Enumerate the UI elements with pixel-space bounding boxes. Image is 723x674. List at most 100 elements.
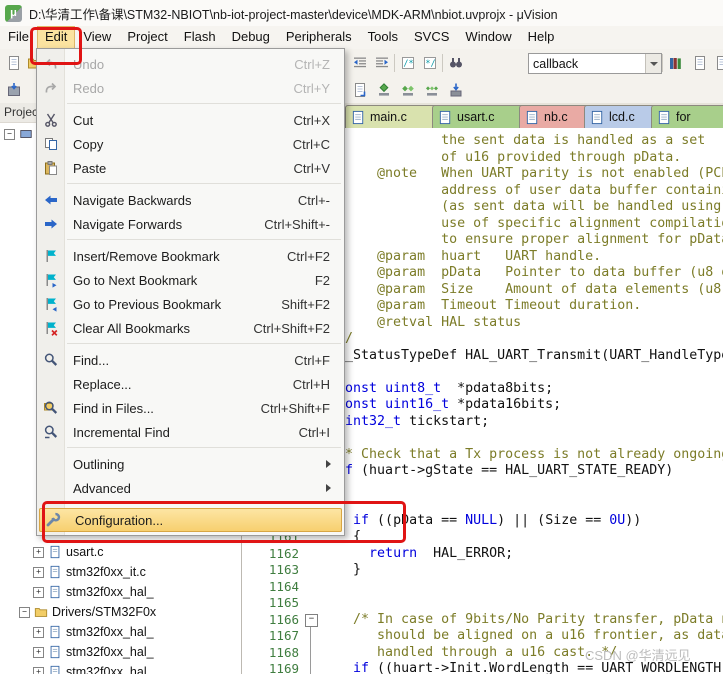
doc-page-icon[interactable]	[712, 53, 723, 73]
combo-dropdown-button[interactable]	[645, 54, 661, 73]
code-line: */	[337, 331, 354, 346]
menu-item-shortcut: F2	[314, 272, 330, 288]
menu-item-label: Incremental Find	[73, 424, 170, 440]
editor-tab-usart-c[interactable]: usart.c	[432, 105, 525, 128]
menu-help[interactable]: Help	[520, 26, 563, 49]
menu-window[interactable]: Window	[457, 26, 519, 49]
translate-icon[interactable]	[350, 80, 370, 100]
code-line: return HAL_ERROR;	[369, 545, 514, 561]
menu-item-paste[interactable]: Paste Ctrl+V	[37, 156, 344, 180]
find-combobox[interactable]	[528, 53, 662, 74]
document-icon	[438, 110, 453, 125]
line-number: 1164	[268, 578, 299, 594]
expand-toggle-icon[interactable]: +	[33, 586, 44, 598]
find-input[interactable]	[529, 54, 645, 73]
tree-item-stm32f0xx-hal[interactable]: + stm32f0xx_hal_	[33, 642, 154, 662]
menu-separator	[67, 239, 341, 240]
menu-item-go-to-next-bookmark[interactable]: Go to Next Bookmark F2	[37, 268, 344, 292]
bookmark-icon	[37, 248, 64, 264]
indent-right-icon[interactable]	[372, 53, 392, 73]
bookmark-next-icon	[37, 272, 64, 288]
uncomment-icon[interactable]: */	[420, 53, 440, 73]
menu-item-navigate-backwards[interactable]: Navigate Backwards Ctrl+-	[37, 188, 344, 212]
doc-page-icon[interactable]	[690, 53, 710, 73]
expand-toggle-icon[interactable]: +	[33, 646, 44, 658]
expand-toggle-icon[interactable]: +	[33, 566, 44, 578]
tree-item-stm32f0xx-it-c[interactable]: + stm32f0xx_it.c	[33, 562, 146, 582]
tree-item-stm32f0xx-hal[interactable]: + stm32f0xx_hal	[33, 662, 147, 674]
tab-label: main.c	[370, 110, 407, 124]
redo-icon	[37, 80, 64, 96]
menu-item-clear-all-bookmarks[interactable]: Clear All Bookmarks Ctrl+Shift+F2	[37, 316, 344, 340]
menu-item-advanced[interactable]: Advanced	[37, 476, 344, 500]
menu-item-incremental-find[interactable]: Incremental Find Ctrl+I	[37, 420, 344, 444]
rebuild-icon[interactable]	[398, 80, 418, 100]
indent-left-icon[interactable]	[350, 53, 370, 73]
code-line: {	[321, 364, 723, 381]
uvision-window: μ D:\华清工作\备课\STM32-NBIOT\nb-iot-project-…	[0, 0, 723, 674]
menu-item-find[interactable]: Find... Ctrl+F	[37, 348, 344, 372]
comment-icon[interactable]: /*	[398, 53, 418, 73]
expand-toggle-icon[interactable]: +	[33, 626, 44, 638]
menu-item-find-in-files[interactable]: Find in Files... Ctrl+Shift+F	[37, 396, 344, 420]
code-line: * @note When UART parity is not enabled …	[337, 166, 723, 181]
menu-svcs[interactable]: SVCS	[406, 26, 457, 49]
menu-item-copy[interactable]: Copy Ctrl+C	[37, 132, 344, 156]
tree-item-drivers-stm32f0x[interactable]: − Drivers/STM32F0x	[19, 602, 156, 622]
tree-item-stm32f0xx-hal[interactable]: + stm32f0xx_hal_	[33, 622, 154, 642]
menu-item-shortcut: Ctrl+H	[292, 376, 330, 392]
editor-tab-main-c[interactable]: main.c	[345, 105, 438, 128]
tree-item-stm32f0xx-hal[interactable]: + stm32f0xx_hal_	[33, 582, 154, 602]
menu-project[interactable]: Project	[119, 26, 175, 49]
expand-toggle-icon[interactable]: −	[19, 606, 30, 618]
document-icon	[657, 110, 672, 125]
menu-item-outlining[interactable]: Outlining	[37, 452, 344, 476]
menu-item-redo: Redo Ctrl+Y	[37, 76, 344, 100]
menu-peripherals[interactable]: Peripherals	[278, 26, 360, 49]
editor-tab-nb-c[interactable]: nb.c	[519, 105, 590, 128]
menu-item-shortcut: Shift+F2	[281, 296, 330, 312]
tab-label: usart.c	[457, 110, 495, 124]
menu-item-cut[interactable]: Cut Ctrl+X	[37, 108, 344, 132]
editor-tab-lcd-c[interactable]: lcd.c	[584, 105, 657, 128]
menu-item-label: Outlining	[73, 456, 125, 472]
line-number: 1162	[268, 545, 299, 561]
build-icon[interactable]	[374, 80, 394, 100]
menu-item-go-to-previous-bookmark[interactable]: Go to Previous Bookmark Shift+F2	[37, 292, 344, 316]
code-line: /* Check that a Tx process is not alread…	[321, 446, 723, 462]
tree-item-label: stm32f0xx_hal_	[66, 585, 154, 599]
tree-item-usart-c[interactable]: + usart.c	[33, 542, 104, 562]
file-icon	[48, 585, 62, 599]
code-line: * @param Size Amount of data elements (u…	[337, 281, 722, 297]
line-number: 1165	[268, 595, 299, 610]
expand-toggle-icon[interactable]: −	[4, 128, 15, 140]
flash-load-icon[interactable]	[4, 80, 24, 100]
menu-tools[interactable]: Tools	[360, 26, 406, 49]
menu-debug[interactable]: Debug	[224, 26, 278, 49]
menu-item-label: Find in Files...	[73, 400, 154, 416]
window-title: D:\华清工作\备课\STM32-NBIOT\nb-iot-project-ma…	[29, 7, 558, 22]
menu-item-shortcut: Ctrl+Z	[294, 56, 330, 72]
batch-build-icon[interactable]	[422, 80, 442, 100]
download-icon[interactable]	[446, 80, 466, 100]
tab-label: for	[676, 110, 691, 124]
menu-item-label: Navigate Backwards	[73, 192, 192, 208]
expand-toggle-icon[interactable]: +	[33, 546, 44, 558]
menu-flash[interactable]: Flash	[176, 26, 224, 49]
menu-item-navigate-forwards[interactable]: Navigate Forwards Ctrl+Shift+-	[37, 212, 344, 236]
fold-toggle[interactable]: −	[305, 614, 318, 627]
chevron-down-icon	[649, 61, 658, 70]
books-icon[interactable]	[666, 53, 686, 73]
find-in-files-tb-icon[interactable]	[446, 53, 466, 73]
fold-scope-line	[310, 625, 311, 674]
menu-item-label: Go to Next Bookmark	[73, 272, 198, 288]
expand-toggle-icon[interactable]: +	[33, 666, 44, 674]
menu-item-shortcut: Ctrl+V	[293, 160, 330, 176]
new-file-icon[interactable]	[4, 53, 24, 73]
annotation-box-edit	[30, 27, 82, 65]
menu-item-insert-remove-bookmark[interactable]: Insert/Remove Bookmark Ctrl+F2	[37, 244, 344, 268]
editor-tab-for[interactable]: for	[651, 105, 723, 128]
menu-item-replace[interactable]: Replace... Ctrl+H	[37, 372, 344, 396]
line-number: 1168	[268, 644, 299, 660]
